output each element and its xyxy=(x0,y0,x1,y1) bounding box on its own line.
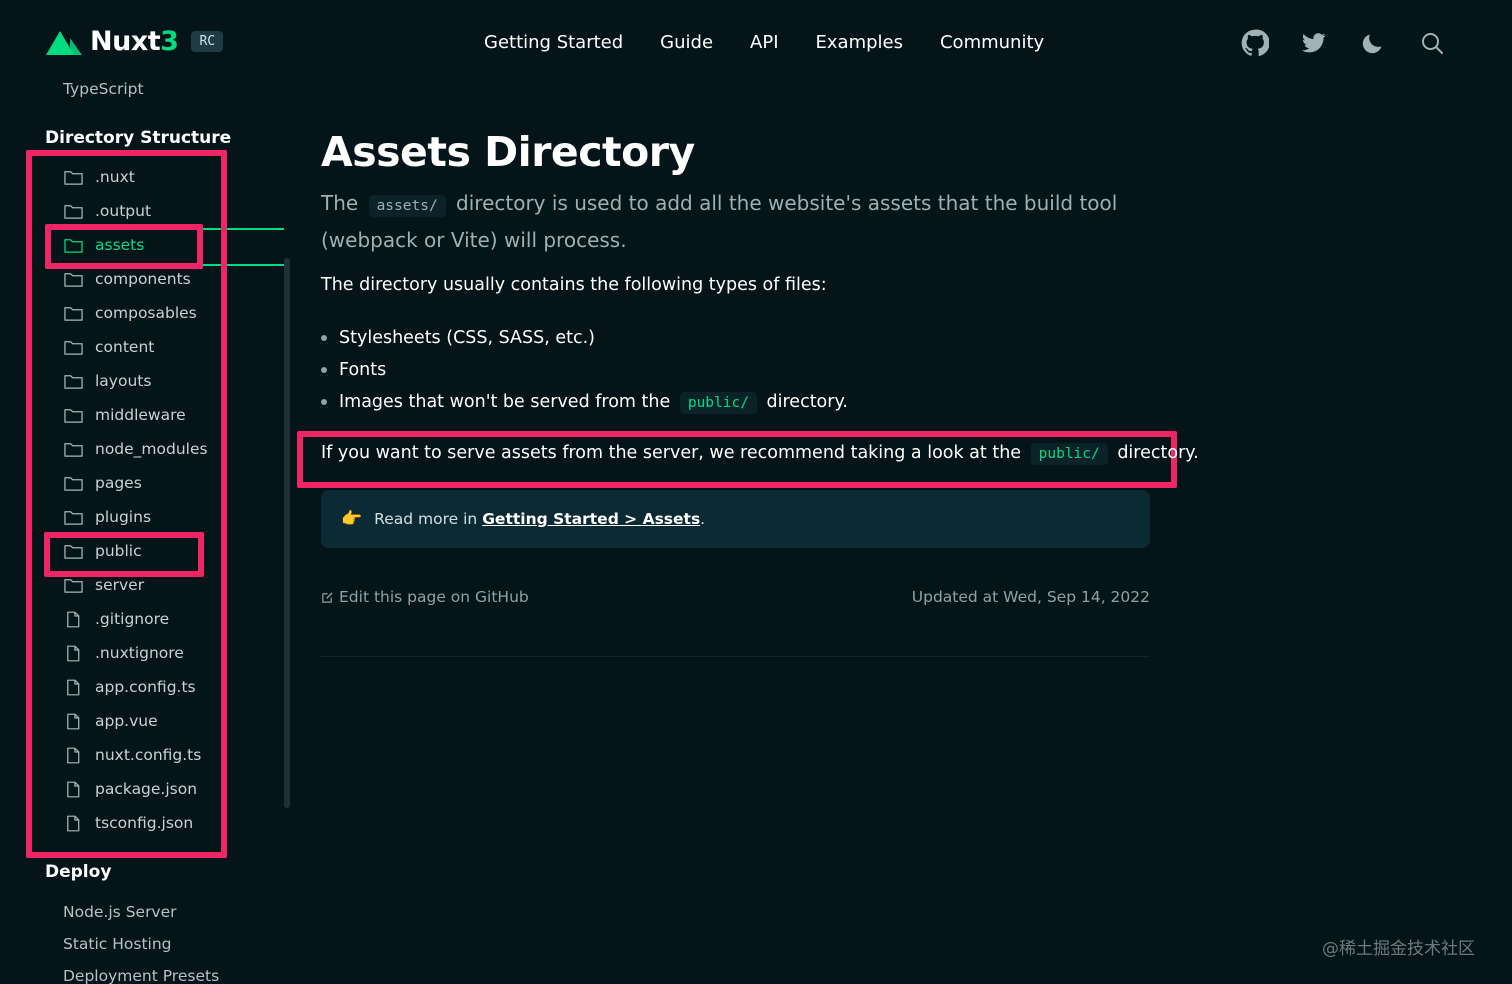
moon-icon[interactable] xyxy=(1358,28,1388,58)
content-divider xyxy=(321,656,1150,657)
updated-date: Updated at Wed, Sep 14, 2022 xyxy=(911,588,1150,606)
note-text-start: If you want to serve assets from the ser… xyxy=(321,443,1022,463)
list-item: Fonts xyxy=(321,358,848,390)
edit-on-github-link[interactable]: Edit this page on GitHub xyxy=(321,588,529,606)
callout-prefix: Read more in xyxy=(374,510,478,528)
list-item: Images that won't be served from the pub… xyxy=(321,390,848,422)
sidebar-link-typescript[interactable]: TypeScript xyxy=(63,80,144,98)
github-icon[interactable] xyxy=(1240,28,1270,58)
sidebar-heading-deploy: Deploy xyxy=(45,862,112,882)
list-item-text: directory. xyxy=(766,392,848,412)
nuxt-logo[interactable]: Nuxt3 RC xyxy=(44,26,224,57)
highlight-box-assets xyxy=(45,224,203,269)
nuxt-mountain-icon xyxy=(46,30,82,55)
edit-link-label: Edit this page on GitHub xyxy=(339,588,529,606)
sidebar-heading-directory-structure: Directory Structure xyxy=(45,128,232,148)
top-navbar: Nuxt3 RC Getting Started Guide API Examp… xyxy=(0,0,1512,86)
nav-getting-started[interactable]: Getting Started xyxy=(484,32,623,53)
search-icon[interactable] xyxy=(1417,28,1447,58)
page-lead: The assets/ directory is used to add all… xyxy=(321,186,1151,257)
page-title: Assets Directory xyxy=(321,128,695,176)
sidebar-link-nodejs-server[interactable]: Node.js Server xyxy=(63,903,177,921)
public-note-paragraph: If you want to serve assets from the ser… xyxy=(321,443,1199,465)
intro-paragraph: The directory usually contains the follo… xyxy=(321,275,827,295)
pointing-hand-icon: 👉 xyxy=(341,509,363,529)
callout-text: Read more in Getting Started > Assets. xyxy=(374,510,705,528)
assets-code: assets/ xyxy=(368,195,446,217)
callout-period: . xyxy=(700,510,706,528)
watermark: @稀土掘金技术社区 xyxy=(1322,939,1475,959)
note-text-end: directory. xyxy=(1117,443,1199,463)
page-footer-meta: Edit this page on GitHub Updated at Wed,… xyxy=(321,588,1150,606)
twitter-icon[interactable] xyxy=(1299,28,1329,58)
sidebar-link-static-hosting[interactable]: Static Hosting xyxy=(63,935,172,953)
lead-text-start: The xyxy=(321,191,359,215)
file-types-list: Stylesheets (CSS, SASS, etc.) Fonts Imag… xyxy=(321,326,848,422)
nav-community[interactable]: Community xyxy=(940,32,1044,53)
sidebar-scrollbar[interactable] xyxy=(284,258,290,808)
sidebar-link-deployment-presets[interactable]: Deployment Presets xyxy=(63,967,219,984)
main-nav: Getting Started Guide API Examples Commu… xyxy=(484,32,1081,53)
list-item: Stylesheets (CSS, SASS, etc.) xyxy=(321,326,848,358)
rc-badge: RC xyxy=(191,31,224,52)
public-code: public/ xyxy=(679,392,757,414)
logo-text: Nuxt3 xyxy=(90,26,179,57)
list-item-text: Images that won't be served from the xyxy=(339,392,671,412)
nav-api[interactable]: API xyxy=(750,32,778,53)
nav-guide[interactable]: Guide xyxy=(660,32,713,53)
nav-examples[interactable]: Examples xyxy=(816,32,903,53)
read-more-callout: 👉 Read more in Getting Started > Assets. xyxy=(321,490,1150,548)
highlight-box-public xyxy=(44,532,204,577)
header-icons xyxy=(1240,28,1447,58)
getting-started-assets-link[interactable]: Getting Started > Assets xyxy=(482,510,700,528)
public-code: public/ xyxy=(1030,443,1108,465)
edit-icon xyxy=(322,591,333,603)
